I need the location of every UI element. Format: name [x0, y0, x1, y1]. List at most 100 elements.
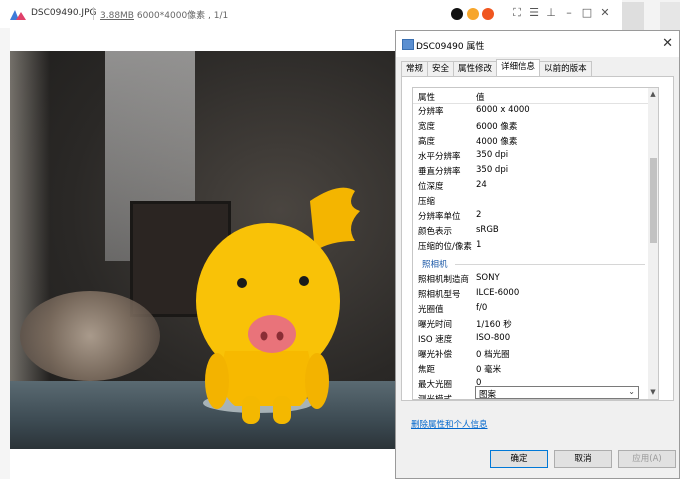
property-name: 压缩	[418, 197, 436, 207]
property-value: 350 dpi	[476, 150, 509, 160]
group-camera-label: 照相机	[422, 260, 448, 270]
list-item[interactable]: 压缩	[413, 193, 658, 208]
list-item[interactable]: 压缩的位/像素 1	[413, 238, 658, 253]
remove-properties-link[interactable]: 删除属性和个人信息	[411, 418, 488, 430]
property-value: 350 dpi	[476, 165, 509, 175]
property-name: ISO 速度	[418, 335, 453, 345]
menu-icon[interactable]: ☰	[527, 6, 541, 20]
property-list: 属性 值 分辨率 6000 x 4000 宽度 6000 像素 高度 4000 像素 水平分…	[412, 87, 659, 400]
list-item[interactable]: 水平分辨率 350 dpi	[413, 148, 658, 163]
property-name: 照相机型号	[418, 290, 461, 300]
property-name: 宽度	[418, 122, 436, 132]
page-index: , 1/1	[208, 11, 229, 21]
property-name: 分辨率	[418, 107, 444, 117]
property-value: SONY	[476, 273, 500, 283]
image-dimensions: 6000*4000像素	[136, 11, 206, 21]
property-value: 4000 像素	[476, 137, 518, 147]
properties-dialog: DSC09490 属性 ✕ 常规 安全 属性修改 详细信息 以前的版本 属性 值…	[395, 30, 680, 479]
property-value: 24	[476, 180, 487, 190]
info-badge-icon[interactable]	[451, 8, 463, 20]
cancel-button[interactable]: 取消	[554, 450, 612, 468]
tool-badge-icon[interactable]	[482, 8, 494, 20]
property-name: 位深度	[418, 182, 444, 192]
scroll-down-icon[interactable]: ▼	[648, 388, 658, 396]
list-item[interactable]: 颜色表示 sRGB	[413, 223, 658, 238]
property-value: 0 档光圈	[476, 350, 510, 360]
pin-icon[interactable]: ⊥	[544, 6, 558, 20]
list-item[interactable]: 照相机型号 ILCE-6000	[413, 286, 658, 301]
apply-button[interactable]: 应用(A)	[618, 450, 676, 468]
file-size[interactable]: 3.88MB	[100, 11, 134, 21]
property-value: 6000 像素	[476, 122, 518, 132]
property-name: 垂直分辨率	[418, 167, 461, 177]
property-value: 2	[476, 210, 482, 220]
tab-previous-versions[interactable]: 以前的版本	[539, 61, 592, 77]
list-item[interactable]: 曝光时间 1/160 秒	[413, 316, 658, 331]
ok-button[interactable]: 确定	[490, 450, 548, 468]
maximize-icon[interactable]: □	[580, 6, 594, 20]
divider	[93, 7, 94, 20]
property-name: 焦距	[418, 365, 436, 375]
app-logo-icon	[10, 10, 26, 20]
property-value: sRGB	[476, 225, 499, 235]
list-item[interactable]: ISO 速度 ISO-800	[413, 331, 658, 346]
close-icon[interactable]: ✕	[598, 6, 612, 20]
property-value: 0 毫米	[476, 365, 502, 375]
property-name: 最大光圈	[418, 380, 453, 390]
minimize-icon[interactable]: –	[562, 6, 576, 20]
viewer-filename: DSC09490.JPG	[31, 8, 97, 18]
list-item[interactable]: 位深度 24	[413, 178, 658, 193]
property-value: f/0	[476, 303, 488, 313]
property-value: 1/160 秒	[476, 320, 512, 330]
tab-security[interactable]: 安全	[427, 61, 455, 77]
fullscreen-icon[interactable]: ⛶	[510, 6, 524, 20]
image-file-icon	[402, 39, 414, 50]
tab-general[interactable]: 常规	[401, 61, 429, 77]
list-item[interactable]: 分辨率 6000 x 4000	[413, 103, 658, 118]
background-window-strip	[0, 28, 10, 479]
viewer-titlebar: DSC09490.JPG 3.88MB 6000*4000像素 , 1/1 ⛶ …	[0, 0, 622, 28]
list-item[interactable]: 垂直分辨率 350 dpi	[413, 163, 658, 178]
metering-mode-value: 图案	[479, 390, 497, 400]
list-item[interactable]: 宽度 6000 像素	[413, 118, 658, 133]
property-value: ISO-800	[476, 333, 511, 343]
dialog-titlebar: DSC09490 属性 ✕	[396, 31, 679, 57]
property-name: 照相机制造商	[418, 275, 470, 285]
property-name: 光圈值	[418, 305, 444, 315]
chevron-down-icon[interactable]: ⌄	[628, 387, 635, 396]
yellow-pig-figure	[196, 187, 360, 424]
property-name: 曝光补偿	[418, 350, 453, 360]
column-header-property[interactable]: 属性	[418, 91, 435, 103]
property-name: 曝光时间	[418, 320, 453, 330]
property-name: 测光模式	[418, 395, 453, 400]
list-item[interactable]: 高度 4000 像素	[413, 133, 658, 148]
list-item[interactable]: 照相机制造商 SONY	[413, 271, 658, 286]
viewer-bottom-bar	[10, 449, 396, 479]
background-thumbnail	[622, 2, 644, 32]
list-item[interactable]: 焦距 0 毫米	[413, 361, 658, 376]
list-item[interactable]: 光圈值 f/0	[413, 301, 658, 316]
scroll-up-icon[interactable]: ▲	[648, 90, 658, 98]
dialog-close-icon[interactable]: ✕	[662, 36, 673, 51]
tab-details[interactable]: 详细信息	[496, 59, 541, 77]
scrollbar-thumb[interactable]	[650, 158, 657, 243]
background-thumbnail	[660, 2, 680, 32]
property-name: 分辨率单位	[418, 212, 461, 222]
column-header-value[interactable]: 值	[476, 91, 485, 103]
property-name: 高度	[418, 137, 436, 147]
vertical-scrollbar[interactable]: ▲ ▼	[648, 88, 658, 399]
property-value: ILCE-6000	[476, 288, 520, 298]
property-name: 水平分辨率	[418, 152, 461, 162]
property-name: 颜色表示	[418, 227, 453, 237]
dialog-title: DSC09490 属性	[416, 42, 485, 52]
list-header: 属性 值	[413, 88, 658, 104]
metering-mode-dropdown[interactable]: 图案 ⌄	[475, 386, 639, 399]
tab-attribute-modify[interactable]: 属性修改	[453, 61, 498, 77]
details-panel: 属性 值 分辨率 6000 x 4000 宽度 6000 像素 高度 4000 像素 水平分…	[401, 76, 674, 401]
photo-canvas[interactable]	[10, 51, 396, 449]
property-value: 1	[476, 240, 482, 250]
share-badge-icon[interactable]	[467, 8, 479, 20]
list-item[interactable]: 分辨率单位 2	[413, 208, 658, 223]
list-item[interactable]: 曝光补偿 0 档光圈	[413, 346, 658, 361]
property-value: 6000 x 4000	[476, 105, 530, 115]
